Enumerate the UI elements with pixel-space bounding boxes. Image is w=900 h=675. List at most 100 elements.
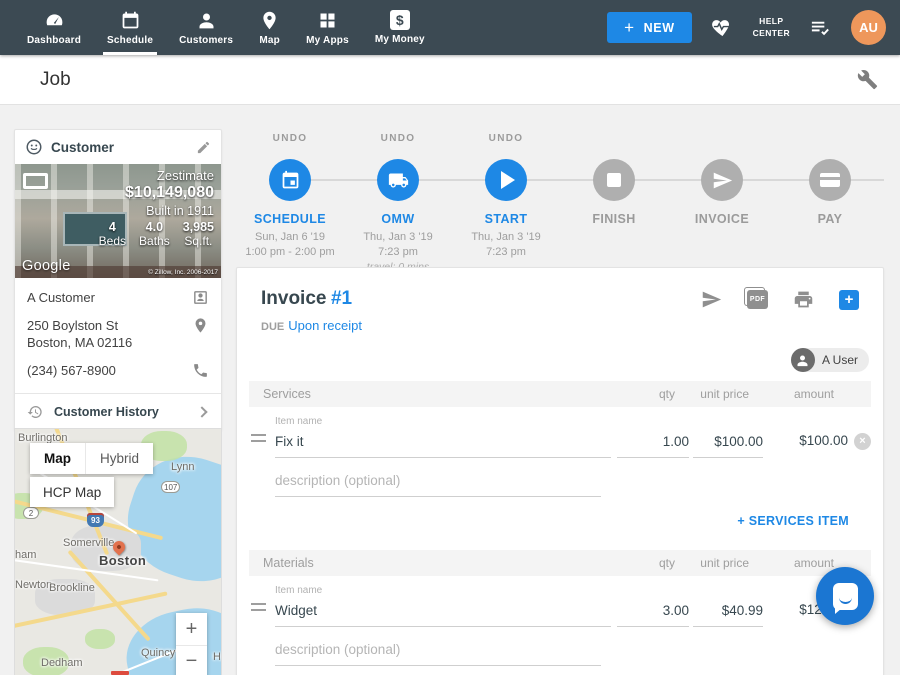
send-plane-icon [712,170,733,191]
heart-pulse-icon[interactable] [711,16,734,39]
map-label-newton: Newton [15,579,52,591]
chat-launcher-button[interactable] [816,567,874,625]
customer-card-title: Customer [51,140,188,155]
col-qty: qty [603,556,675,570]
calendar-event-icon [280,170,301,191]
job-timeline: UNDO SCHEDULE Sun, Jan 6 '191:00 pm - 2:… [236,133,884,275]
top-nav: Dashboard Schedule Customers Map My Apps… [0,0,900,55]
service-qty-input[interactable] [617,434,689,458]
property-stats: 4Beds 4.0Baths 3,985Sq.ft. [99,220,214,248]
remove-service-button[interactable]: × [854,433,871,450]
col-amount: amount [749,387,834,401]
omw-step-button[interactable] [377,159,419,201]
materials-header: Materials qty unit price amount [249,550,871,576]
qty-column [617,603,689,627]
new-button[interactable]: + NEW [607,12,692,43]
service-name-input[interactable] [275,434,611,458]
services-title: Services [263,387,603,401]
zestimate-label: Zestimate [99,168,214,183]
start-step-button[interactable] [485,159,527,201]
mini-map[interactable]: Burlington Lynn Somerville ham Boston Ne… [14,428,222,675]
qty-column [617,434,689,458]
nav-right: + NEW HELP CENTER AU [607,10,886,45]
nav-item-customers[interactable]: Customers [166,0,246,55]
map-button-hybrid[interactable]: Hybrid [86,443,153,474]
material-qty-input[interactable] [617,603,689,627]
map-label-partial-right: Hi [213,651,222,663]
property-photo[interactable]: Zestimate $10,149,080 Built in 1911 4Bed… [15,164,221,278]
services-header: Services qty unit price amount [249,381,871,407]
assignee-chip[interactable]: A User [791,348,869,372]
zoom-in-button[interactable]: + [176,613,207,645]
invoice-header: Invoice #1 DUEUpon receipt PDF + [237,268,883,335]
send-invoice-icon[interactable] [701,289,722,310]
nav-label: Customers [179,35,233,46]
nav-item-dashboard[interactable]: Dashboard [14,0,94,55]
location-pin-icon[interactable] [192,317,209,334]
invoice-step-button[interactable] [701,159,743,201]
finish-step-button[interactable] [593,159,635,201]
invoice-actions: PDF + [701,289,859,310]
undo-schedule-button[interactable]: UNDO [273,133,308,146]
new-button-label: NEW [644,21,675,35]
assignee-avatar [791,348,815,372]
help-line1: HELP [753,16,790,27]
pay-step-button[interactable] [809,159,851,201]
nav-label: My Money [375,34,425,45]
customer-address: 250 Boylston StBoston, MA 02116 [27,317,192,351]
hcp-map-button[interactable]: HCP Map [30,477,114,507]
step-detail: Sun, Jan 6 '191:00 pm - 2:00 pm [245,230,334,260]
stat-baths: 4.0Baths [139,220,170,248]
user-avatar[interactable]: AU [851,10,886,45]
chat-bubble-icon [833,583,858,610]
help-center-link[interactable]: HELP CENTER [753,16,790,38]
service-line-item: Item name $100.00 × [249,416,871,458]
drag-handle-icon[interactable] [251,603,266,611]
list-check-icon[interactable] [809,16,832,39]
invoice-number[interactable]: #1 [331,288,352,309]
customer-card-header: Customer [15,130,221,164]
map-road [111,671,129,675]
material-description-input[interactable] [275,642,601,666]
item-name-label: Item name [275,416,611,427]
contact-card-icon[interactable] [192,289,209,306]
timeline-step-omw: UNDO OMW Thu, Jan 3 '197:23 pmtravel: 0 … [344,133,452,275]
nav-item-schedule[interactable]: Schedule [94,0,166,55]
map-label-dedham: Dedham [41,657,83,669]
due-value-link[interactable]: Upon receipt [288,318,362,333]
pdf-icon[interactable]: PDF [747,290,768,309]
google-watermark: Google [22,258,71,274]
col-unit-price: unit price [679,387,749,401]
map-pin-icon [259,10,280,31]
edit-pencil-icon[interactable] [196,140,211,155]
chevron-right-icon [196,406,207,417]
zoom-out-button[interactable]: − [176,645,207,675]
step-label: START [485,212,528,226]
add-invoice-item-button[interactable]: + [839,290,859,310]
service-description-input[interactable] [275,473,601,497]
timeline-step-invoice: INVOICE [668,133,776,275]
map-button-map[interactable]: Map [30,443,86,474]
print-icon[interactable] [793,289,814,310]
schedule-step-button[interactable] [269,159,311,201]
nav-item-my-apps[interactable]: My Apps [293,0,362,55]
map-park [85,629,115,649]
undo-start-button[interactable]: UNDO [489,133,524,146]
add-services-item-link[interactable]: + SERVICES ITEM [237,514,849,528]
customer-address-row: 250 Boylston StBoston, MA 02116 [27,317,209,351]
undo-omw-button[interactable]: UNDO [381,133,416,146]
nav-item-map[interactable]: Map [246,0,293,55]
job-tools-icon[interactable] [857,69,878,90]
route-107-badge: 107 [161,481,180,493]
unit-price-column [693,603,763,627]
step-label: INVOICE [695,212,749,226]
timeline-step-finish: FINISH [560,133,668,275]
material-unit-price-input[interactable] [693,603,763,627]
phone-icon[interactable] [192,362,209,379]
service-unit-price-input[interactable] [693,434,763,458]
customer-history-link[interactable]: Customer History [15,393,221,430]
drag-handle-icon[interactable] [251,434,266,442]
streetview-frame-icon[interactable] [23,173,48,189]
material-name-input[interactable] [275,603,611,627]
nav-item-my-money[interactable]: $ My Money [362,0,438,55]
